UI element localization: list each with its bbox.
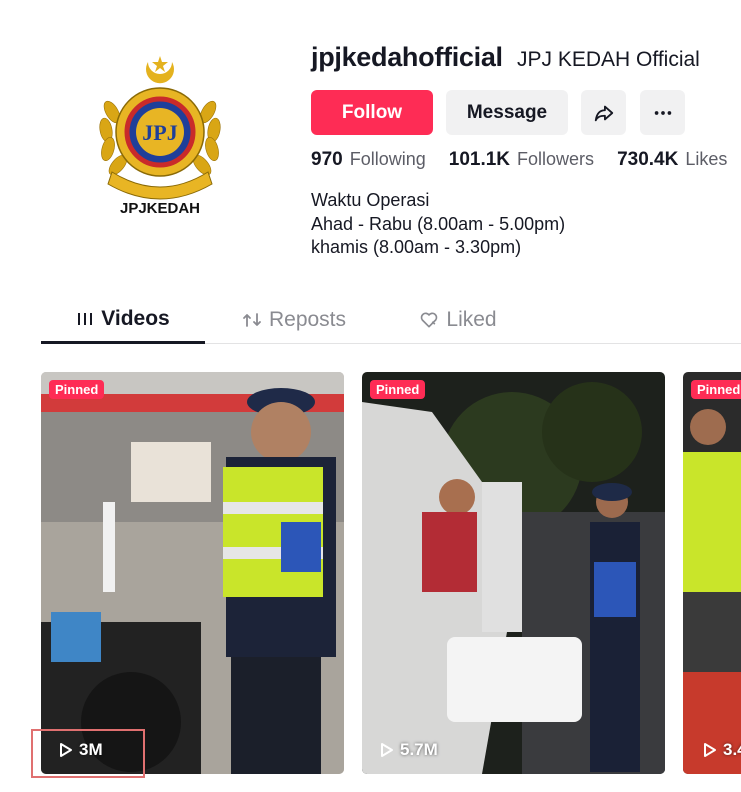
grid-icon [76, 310, 94, 328]
repost-icon [242, 310, 262, 330]
play-icon [380, 742, 394, 758]
share-button[interactable] [581, 90, 626, 135]
view-count-value: 5.7M [400, 740, 438, 759]
video-thumbnail [362, 372, 665, 774]
view-count-value: 3.4 [723, 740, 741, 759]
bio-line: Ahad - Rabu (8.00am - 5.00pm) [311, 213, 566, 234]
following-stat[interactable]: 970 Following [311, 149, 426, 171]
profile-bio: Waktu Operasi Ahad - Rabu (8.00am - 5.00… [311, 189, 565, 260]
video-card[interactable]: Pinned 3.4 [683, 372, 741, 774]
jpj-logo-icon: JPJ JPJKEDAH [99, 56, 221, 217]
video-thumbnail [41, 372, 344, 774]
profile-tabs: Videos Reposts Liked [41, 296, 741, 344]
tab-reposts[interactable]: Reposts [235, 296, 353, 344]
profile-avatar[interactable]: JPJ JPJKEDAH [90, 52, 230, 217]
pinned-badge: Pinned [370, 380, 426, 399]
svg-text:JPJKEDAH: JPJKEDAH [120, 200, 200, 217]
followers-count: 101.1K [448, 149, 511, 170]
following-count: 970 [311, 149, 343, 170]
play-icon [703, 742, 717, 758]
profile-nickname: JPJ KEDAH Official [517, 48, 700, 71]
view-count-value: 3M [79, 740, 103, 759]
likes-count: 730.4K [617, 149, 679, 170]
message-button[interactable]: Message [446, 90, 568, 135]
profile-username: jpjkedahofficial [311, 42, 503, 72]
view-count: 3.4 [703, 740, 741, 760]
play-icon [59, 742, 73, 758]
profile-stats: 970 Following 101.1K Followers 730.4K Li… [311, 149, 741, 171]
following-label: Following [349, 149, 426, 169]
tab-reposts-label: Reposts [268, 308, 347, 331]
video-card[interactable]: Pinned 3M [41, 372, 344, 774]
tab-videos-label: Videos [101, 306, 170, 330]
view-count: 5.7M [380, 740, 438, 760]
video-card[interactable]: Pinned 5.7M [362, 372, 665, 774]
heart-icon [419, 310, 439, 330]
pinned-badge: Pinned [49, 380, 105, 399]
svg-text:JPJ: JPJ [142, 120, 177, 145]
followers-label: Followers [517, 149, 595, 169]
share-icon [594, 105, 613, 121]
bio-line: khamis (8.00am - 3.30pm) [311, 237, 522, 257]
likes-label: Likes [685, 149, 728, 169]
more-icon [654, 110, 671, 115]
more-button[interactable] [640, 90, 685, 135]
likes-stat: 730.4K Likes [617, 149, 727, 171]
tab-videos[interactable]: Videos [41, 296, 205, 344]
tab-liked[interactable]: Liked [413, 296, 503, 344]
tab-liked-label: Liked [446, 308, 497, 331]
follow-button[interactable]: Follow [311, 90, 433, 135]
bio-line: Waktu Operasi [311, 190, 430, 210]
pinned-badge: Pinned [691, 380, 741, 399]
video-thumbnail [683, 372, 741, 774]
followers-stat[interactable]: 101.1K Followers [449, 149, 594, 171]
view-count: 3M [59, 740, 103, 760]
